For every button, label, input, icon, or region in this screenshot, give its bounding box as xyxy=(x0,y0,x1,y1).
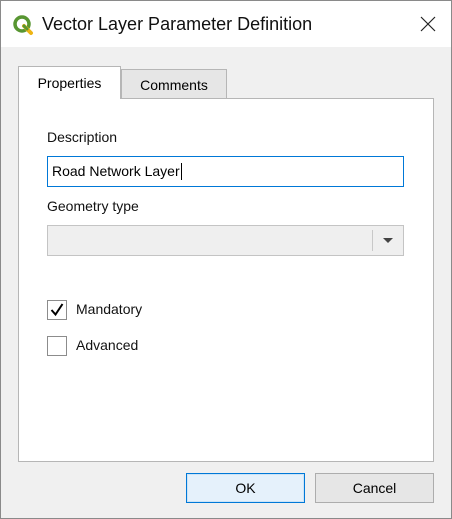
tab-properties[interactable]: Properties xyxy=(18,66,121,99)
advanced-checkbox[interactable] xyxy=(47,336,67,356)
advanced-label: Advanced xyxy=(76,337,139,353)
tab-properties-label: Properties xyxy=(37,75,102,91)
geometry-type-label: Geometry type xyxy=(47,198,139,214)
close-icon xyxy=(420,16,436,32)
description-input[interactable]: Road Network Layer xyxy=(47,156,404,187)
title-bar: Vector Layer Parameter Definition xyxy=(1,1,451,47)
properties-panel xyxy=(18,98,434,462)
dropdown-separator xyxy=(372,230,373,251)
tab-comments[interactable]: Comments xyxy=(121,69,227,100)
mandatory-checkbox[interactable] xyxy=(47,300,67,320)
text-cursor xyxy=(180,162,182,180)
cancel-button-label: Cancel xyxy=(352,480,397,496)
tab-comments-label: Comments xyxy=(140,77,208,93)
dialog-window: Vector Layer Parameter Definition Commen… xyxy=(0,0,452,519)
cancel-button[interactable]: Cancel xyxy=(315,473,434,503)
description-label: Description xyxy=(47,129,118,145)
window-title: Vector Layer Parameter Definition xyxy=(42,14,313,34)
ok-button-label: OK xyxy=(235,480,256,496)
description-value: Road Network Layer xyxy=(52,163,180,179)
geometry-type-dropdown[interactable] xyxy=(47,225,404,256)
mandatory-label: Mandatory xyxy=(76,301,143,317)
qgis-icon xyxy=(13,15,33,35)
close-button[interactable] xyxy=(405,1,451,47)
checkmark-icon xyxy=(50,303,64,317)
ok-button[interactable]: OK xyxy=(186,473,305,503)
chevron-down-icon xyxy=(383,238,393,243)
